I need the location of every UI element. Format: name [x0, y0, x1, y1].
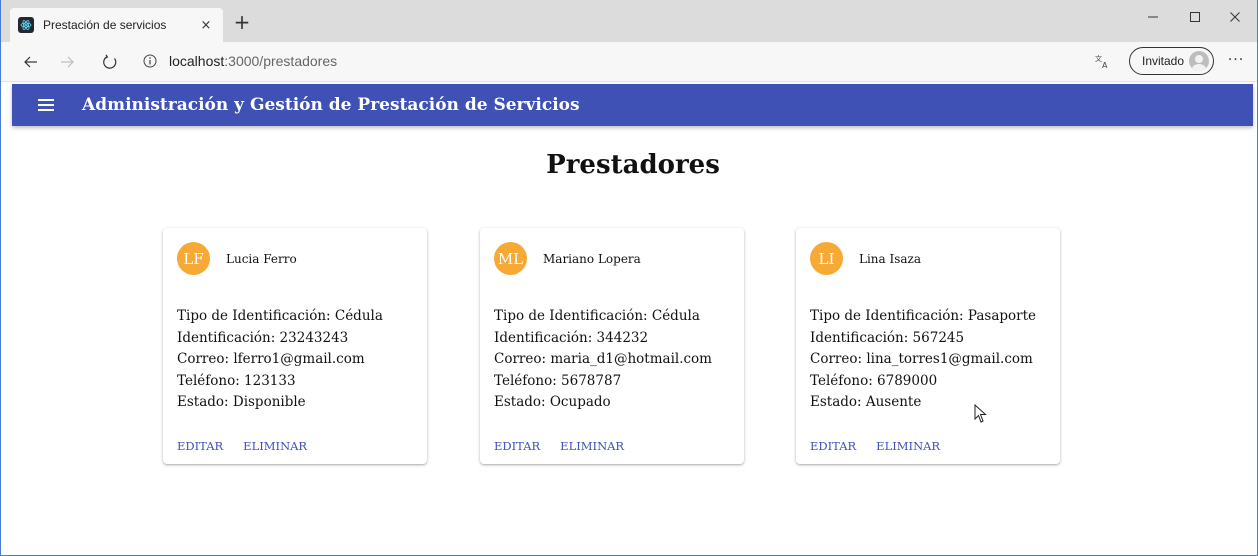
profile-avatar-icon — [1189, 51, 1209, 71]
delete-button[interactable]: ELIMINAR — [876, 439, 940, 453]
card-header: LF Lucia Ferro — [177, 242, 297, 275]
provider-card: ML Mariano Lopera Tipo de Identificación… — [480, 228, 744, 464]
profile-button[interactable]: Invitado — [1129, 47, 1214, 75]
tab-strip: Prestación de servicios × + — [1, 0, 1257, 42]
app-title: Administración y Gestión de Prestación d… — [82, 95, 580, 115]
edit-button[interactable]: EDITAR — [177, 439, 223, 453]
hamburger-menu-icon[interactable] — [34, 93, 58, 117]
id-number: Identificación: 567245 — [810, 329, 965, 346]
browser-window: Prestación de servicios × + localhost:30… — [0, 0, 1258, 556]
page-title: Prestadores — [546, 150, 720, 180]
svg-text:A: A — [1102, 61, 1108, 69]
tab-title: Prestación de servicios — [43, 18, 167, 32]
card-body: Tipo de Identificación: Cédula Identific… — [494, 306, 712, 414]
id-number: Identificación: 23243243 — [177, 329, 349, 346]
reload-icon — [103, 54, 117, 69]
delete-button[interactable]: ELIMINAR — [243, 439, 307, 453]
provider-name: Mariano Lopera — [543, 251, 641, 266]
address-bar-row: localhost:3000/prestadores 文A Invitado ·… — [1, 42, 1257, 82]
react-favicon-icon — [18, 17, 34, 33]
back-button[interactable] — [18, 49, 44, 75]
info-icon[interactable] — [137, 48, 163, 74]
url-text: localhost:3000/prestadores — [169, 53, 337, 69]
edit-button[interactable]: EDITAR — [494, 439, 540, 453]
card-header: ML Mariano Lopera — [494, 242, 641, 275]
card-body: Tipo de Identificación: Cédula Identific… — [177, 306, 383, 414]
mouse-cursor-icon — [974, 403, 987, 428]
email: Correo: lferro1@gmail.com — [177, 351, 365, 367]
card-body: Tipo de Identificación: Pasaporte Identi… — [810, 306, 1036, 414]
phone: Teléfono: 5678787 — [494, 372, 622, 389]
url-path: :3000/prestadores — [224, 53, 338, 69]
minimize-button[interactable] — [1135, 5, 1171, 29]
browser-tab[interactable]: Prestación de servicios × — [10, 8, 223, 42]
email: Correo: maria_d1@hotmail.com — [494, 351, 712, 367]
status: Estado: Disponible — [177, 394, 306, 410]
new-tab-button[interactable]: + — [229, 10, 255, 36]
id-type: Tipo de Identificación: Pasaporte — [810, 308, 1036, 324]
edit-button[interactable]: EDITAR — [810, 439, 856, 453]
reload-button[interactable] — [97, 49, 123, 75]
card-actions: EDITAR ELIMINAR — [177, 439, 327, 453]
id-type: Tipo de Identificación: Cédula — [494, 308, 700, 324]
card-header: LI Lina Isaza — [810, 242, 921, 275]
provider-name: Lina Isaza — [859, 251, 922, 266]
more-options-button[interactable]: ··· — [1224, 48, 1248, 74]
translate-icon[interactable]: 文A — [1091, 50, 1115, 72]
provider-card: LF Lucia Ferro Tipo de Identificación: C… — [163, 228, 427, 464]
maximize-button[interactable] — [1177, 5, 1213, 29]
phone: Teléfono: 123133 — [177, 372, 296, 389]
close-window-button[interactable] — [1217, 5, 1253, 29]
profile-label: Invitado — [1142, 54, 1185, 68]
id-type: Tipo de Identificación: Cédula — [177, 308, 383, 324]
status: Estado: Ocupado — [494, 394, 611, 410]
email: Correo: lina_torres1@gmail.com — [810, 351, 1033, 367]
provider-card: LI Lina Isaza Tipo de Identificación: Pa… — [796, 228, 1060, 464]
provider-name: Lucia Ferro — [226, 251, 297, 266]
forward-button[interactable] — [54, 49, 80, 75]
app-bar: Administración y Gestión de Prestación d… — [12, 84, 1253, 126]
delete-button[interactable]: ELIMINAR — [560, 439, 624, 453]
tab-close-icon[interactable]: × — [197, 18, 215, 33]
status: Estado: Ausente — [810, 394, 922, 410]
card-actions: EDITAR ELIMINAR — [810, 439, 960, 453]
arrow-right-icon — [61, 56, 74, 68]
id-number: Identificación: 344232 — [494, 329, 649, 346]
phone: Teléfono: 6789000 — [810, 372, 938, 389]
avatar: ML — [494, 242, 527, 275]
url-field[interactable]: localhost:3000/prestadores 文A Invitado ·… — [129, 46, 1247, 76]
svg-text:文: 文 — [1095, 54, 1102, 63]
url-host: localhost — [169, 53, 225, 69]
arrow-left-icon — [24, 56, 37, 68]
card-actions: EDITAR ELIMINAR — [494, 439, 644, 453]
avatar: LI — [810, 242, 843, 275]
avatar: LF — [177, 242, 210, 275]
